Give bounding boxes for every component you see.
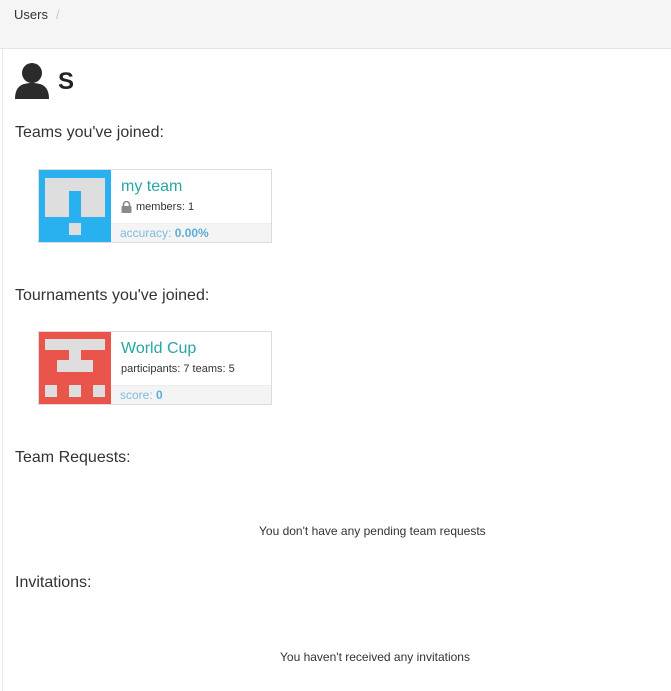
accuracy-value: 0.00% — [174, 226, 209, 240]
score-label: score: — [120, 388, 153, 402]
team-members: members: 1 — [121, 200, 195, 213]
tournaments-section-title: Tournaments you've joined: — [15, 287, 210, 304]
team-accuracy: accuracy: 0.00% — [111, 223, 271, 242]
tournament-meta: participants: 7 teams: 5 — [121, 363, 235, 375]
user-silhouette-icon — [14, 62, 50, 100]
breadcrumb-bar: Users / — [0, 0, 671, 49]
accuracy-label: accuracy: — [120, 226, 172, 240]
user-name: S — [58, 68, 75, 95]
team-identicon — [39, 170, 111, 242]
breadcrumb-users[interactable]: Users — [14, 7, 48, 22]
tournament-score: score: 0 — [111, 385, 271, 404]
invitations-section-title: Invitations: — [15, 574, 92, 591]
lock-icon — [121, 200, 132, 213]
tournament-card[interactable]: World Cup participants: 7 teams: 5 score… — [38, 331, 272, 405]
invitations-empty-message: You haven't received any invitations — [280, 650, 470, 664]
team-name-link[interactable]: my team — [121, 178, 182, 196]
team-members-label: members: 1 — [136, 201, 195, 213]
teams-section-title: Teams you've joined: — [15, 124, 164, 141]
tournament-name-link[interactable]: World Cup — [121, 340, 196, 358]
team-card[interactable]: my team members: 1 accuracy: 0.00% — [38, 169, 272, 243]
tournament-identicon — [39, 332, 111, 404]
score-value: 0 — [156, 388, 163, 402]
breadcrumb-separator: / — [56, 7, 60, 22]
team-requests-empty-message: You don't have any pending team requests — [259, 524, 486, 538]
team-requests-section-title: Team Requests: — [15, 449, 131, 466]
